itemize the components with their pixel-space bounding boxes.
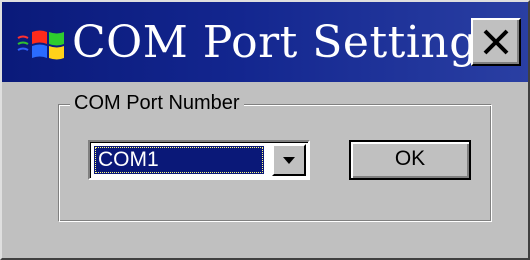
com-port-select-value: COM1: [94, 146, 264, 174]
com-port-select[interactable]: COM1: [88, 140, 310, 180]
ok-button[interactable]: OK: [349, 140, 471, 180]
com-port-setting-dialog: COM Port Setting COM Port Number COM1 OK: [0, 0, 530, 260]
title-bar[interactable]: COM Port Setting: [2, 2, 528, 82]
close-icon: [483, 29, 509, 55]
window-title: COM Port Setting: [72, 17, 478, 68]
close-button[interactable]: [471, 18, 521, 66]
chevron-down-icon: [283, 157, 295, 164]
group-label: COM Port Number: [70, 90, 244, 116]
dropdown-button[interactable]: [272, 144, 306, 176]
windows-flag-icon: [16, 24, 66, 64]
